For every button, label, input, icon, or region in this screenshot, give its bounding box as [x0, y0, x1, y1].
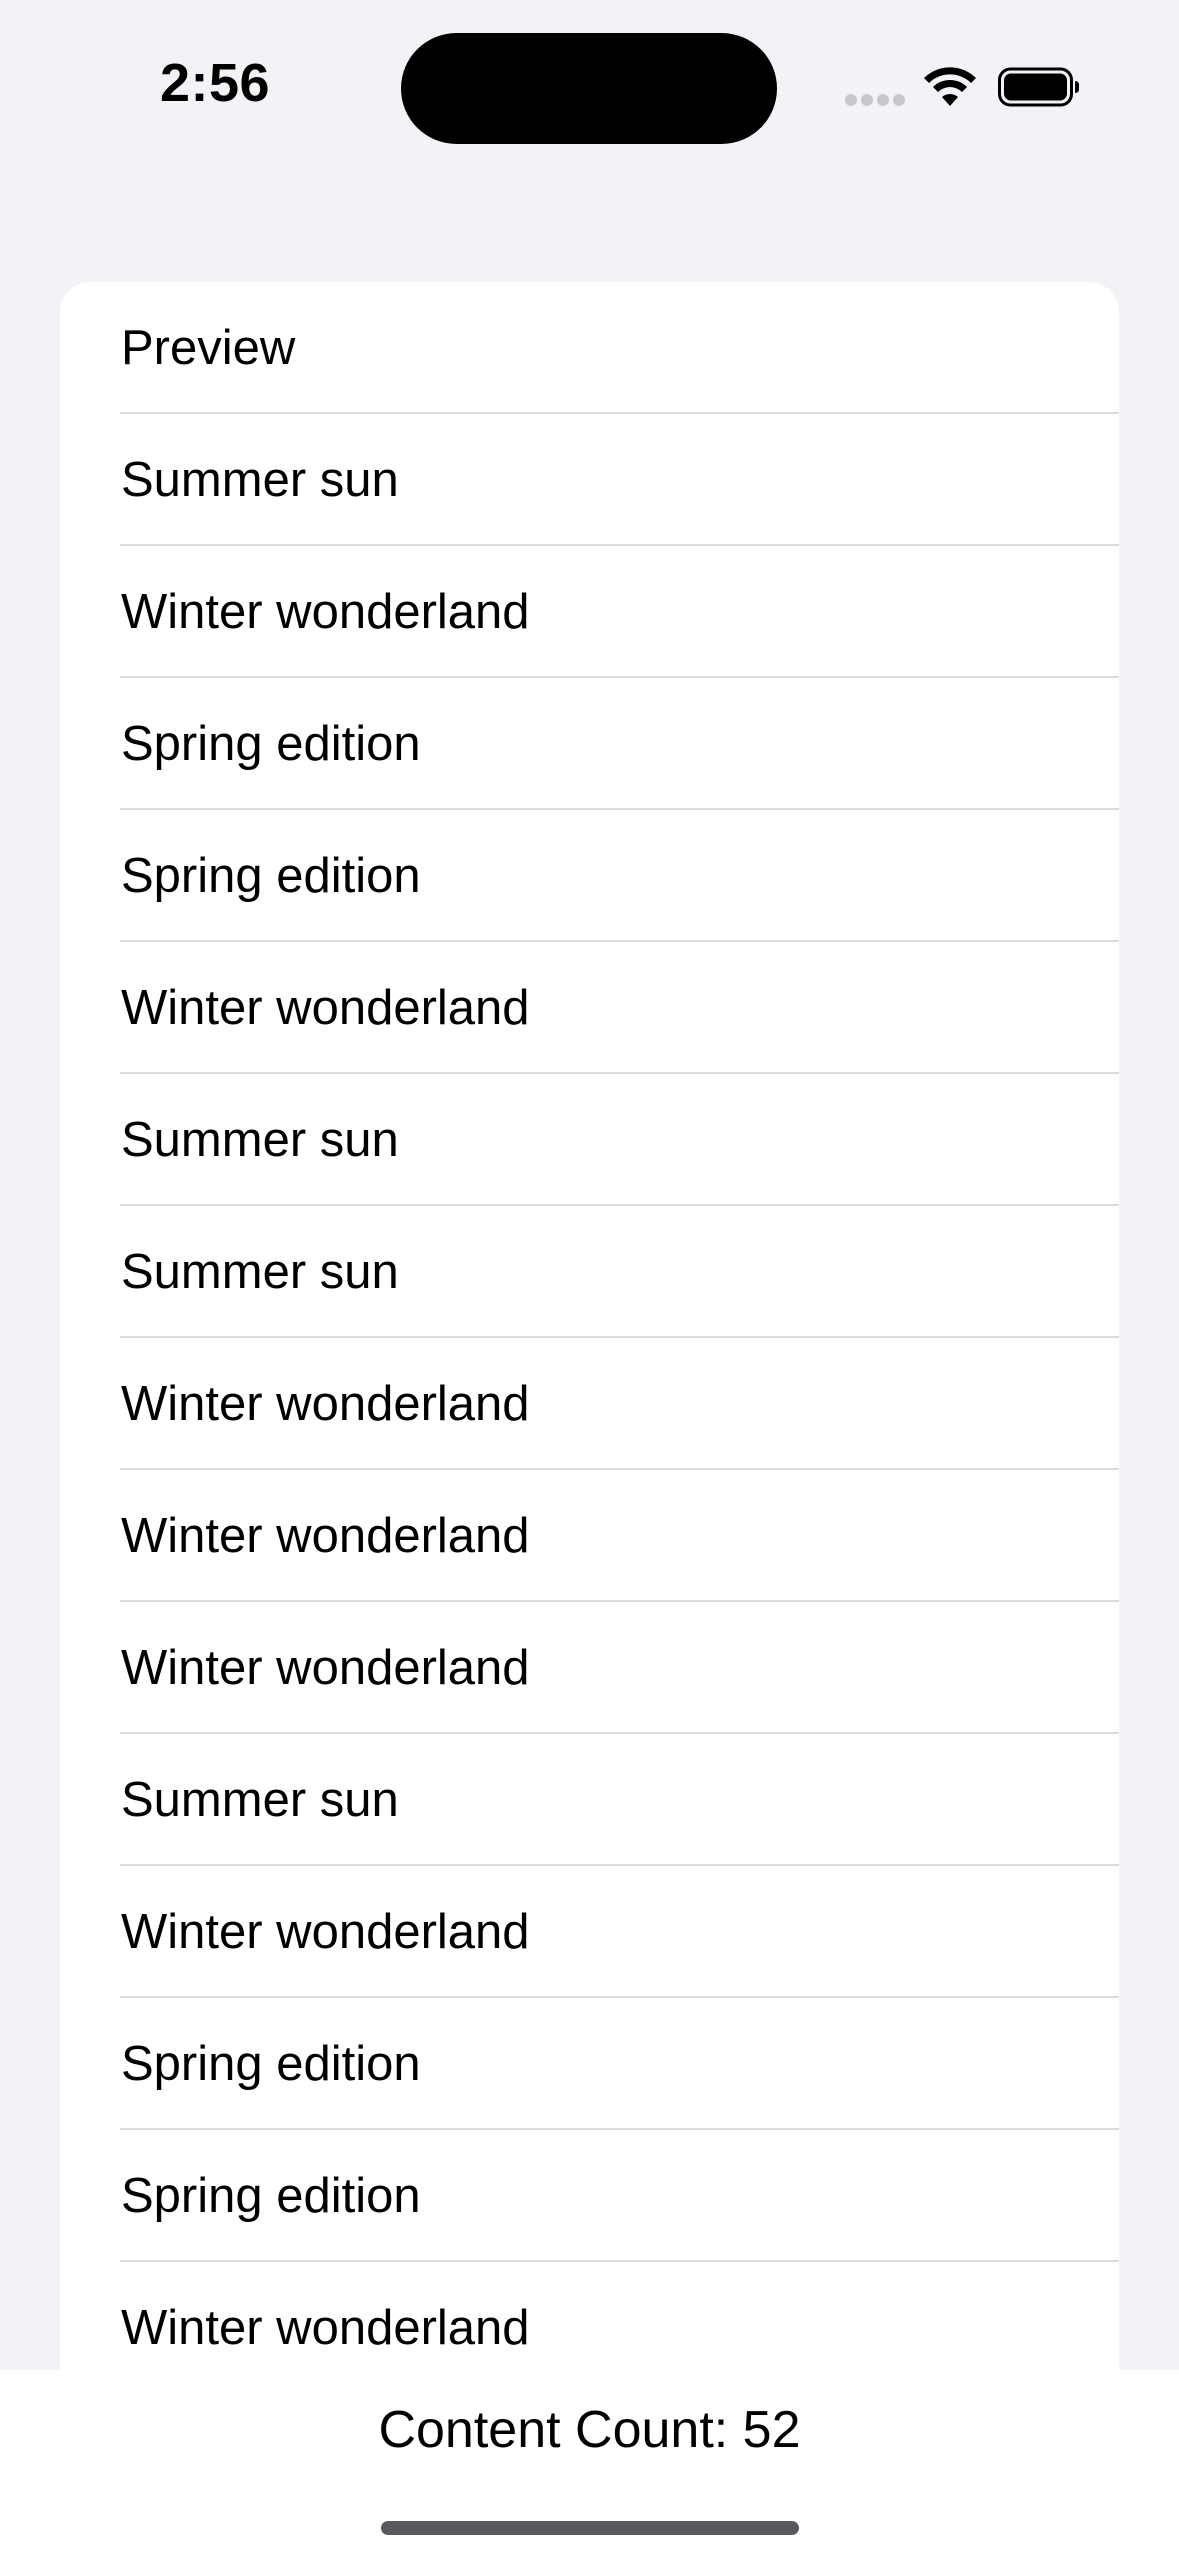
- list-item-label: Preview: [121, 321, 296, 375]
- list-item[interactable]: Summer sun: [60, 1734, 1119, 1866]
- content-list[interactable]: Preview Summer sun Winter wonderland Spring…: [60, 282, 1119, 2372]
- home-indicator[interactable]: [381, 2521, 799, 2535]
- list-item[interactable]: Winter wonderland: [60, 1470, 1119, 1602]
- wifi-icon: [924, 67, 976, 106]
- list-item-label: Winter wonderland: [121, 585, 530, 639]
- list-item[interactable]: Summer sun: [60, 1206, 1119, 1338]
- list-item[interactable]: Winter wonderland: [60, 546, 1119, 678]
- list-item[interactable]: Winter wonderland: [60, 1338, 1119, 1470]
- list-item-label: Winter wonderland: [121, 981, 530, 1035]
- list-item-label: Spring edition: [121, 717, 421, 771]
- list-item-label: Winter wonderland: [121, 1641, 530, 1695]
- battery-icon: [998, 67, 1079, 107]
- list-item-label: Winter wonderland: [121, 1905, 530, 1959]
- dynamic-island: [401, 33, 777, 144]
- list-item-label: Spring edition: [121, 849, 421, 903]
- list-item-label: Winter wonderland: [121, 1377, 530, 1431]
- list-item[interactable]: Summer sun: [60, 1074, 1119, 1206]
- list-item-label: Summer sun: [121, 453, 399, 507]
- list-item-label: Spring edition: [121, 2037, 421, 2091]
- list-item[interactable]: Winter wonderland: [60, 942, 1119, 1074]
- list-item[interactable]: Spring edition: [60, 2130, 1119, 2262]
- status-bar: 2:56: [0, 0, 1179, 170]
- list-item-label: Winter wonderland: [121, 2301, 530, 2355]
- list-item-label: Winter wonderland: [121, 1509, 530, 1563]
- list-item[interactable]: Spring edition: [60, 1998, 1119, 2130]
- list-item[interactable]: Spring edition: [60, 810, 1119, 942]
- list-item-label: Summer sun: [121, 1113, 399, 1167]
- list-item-label: Summer sun: [121, 1773, 399, 1827]
- content-count-label: Content Count: 52: [378, 2401, 801, 2459]
- list-item[interactable]: Winter wonderland: [60, 1866, 1119, 1998]
- list-item[interactable]: Preview: [60, 282, 1119, 414]
- list-item[interactable]: Summer sun: [60, 414, 1119, 546]
- list-item[interactable]: Winter wonderland: [60, 1602, 1119, 1734]
- list-item[interactable]: Winter wonderland: [60, 2262, 1119, 2372]
- list-item[interactable]: Spring edition: [60, 678, 1119, 810]
- list-item-label: Spring edition: [121, 2169, 421, 2223]
- status-time: 2:56: [160, 53, 271, 113]
- cellular-signal-icon: [845, 94, 907, 106]
- bottom-bar: Content Count: 52: [0, 2370, 1179, 2556]
- list-item-label: Summer sun: [121, 1245, 399, 1299]
